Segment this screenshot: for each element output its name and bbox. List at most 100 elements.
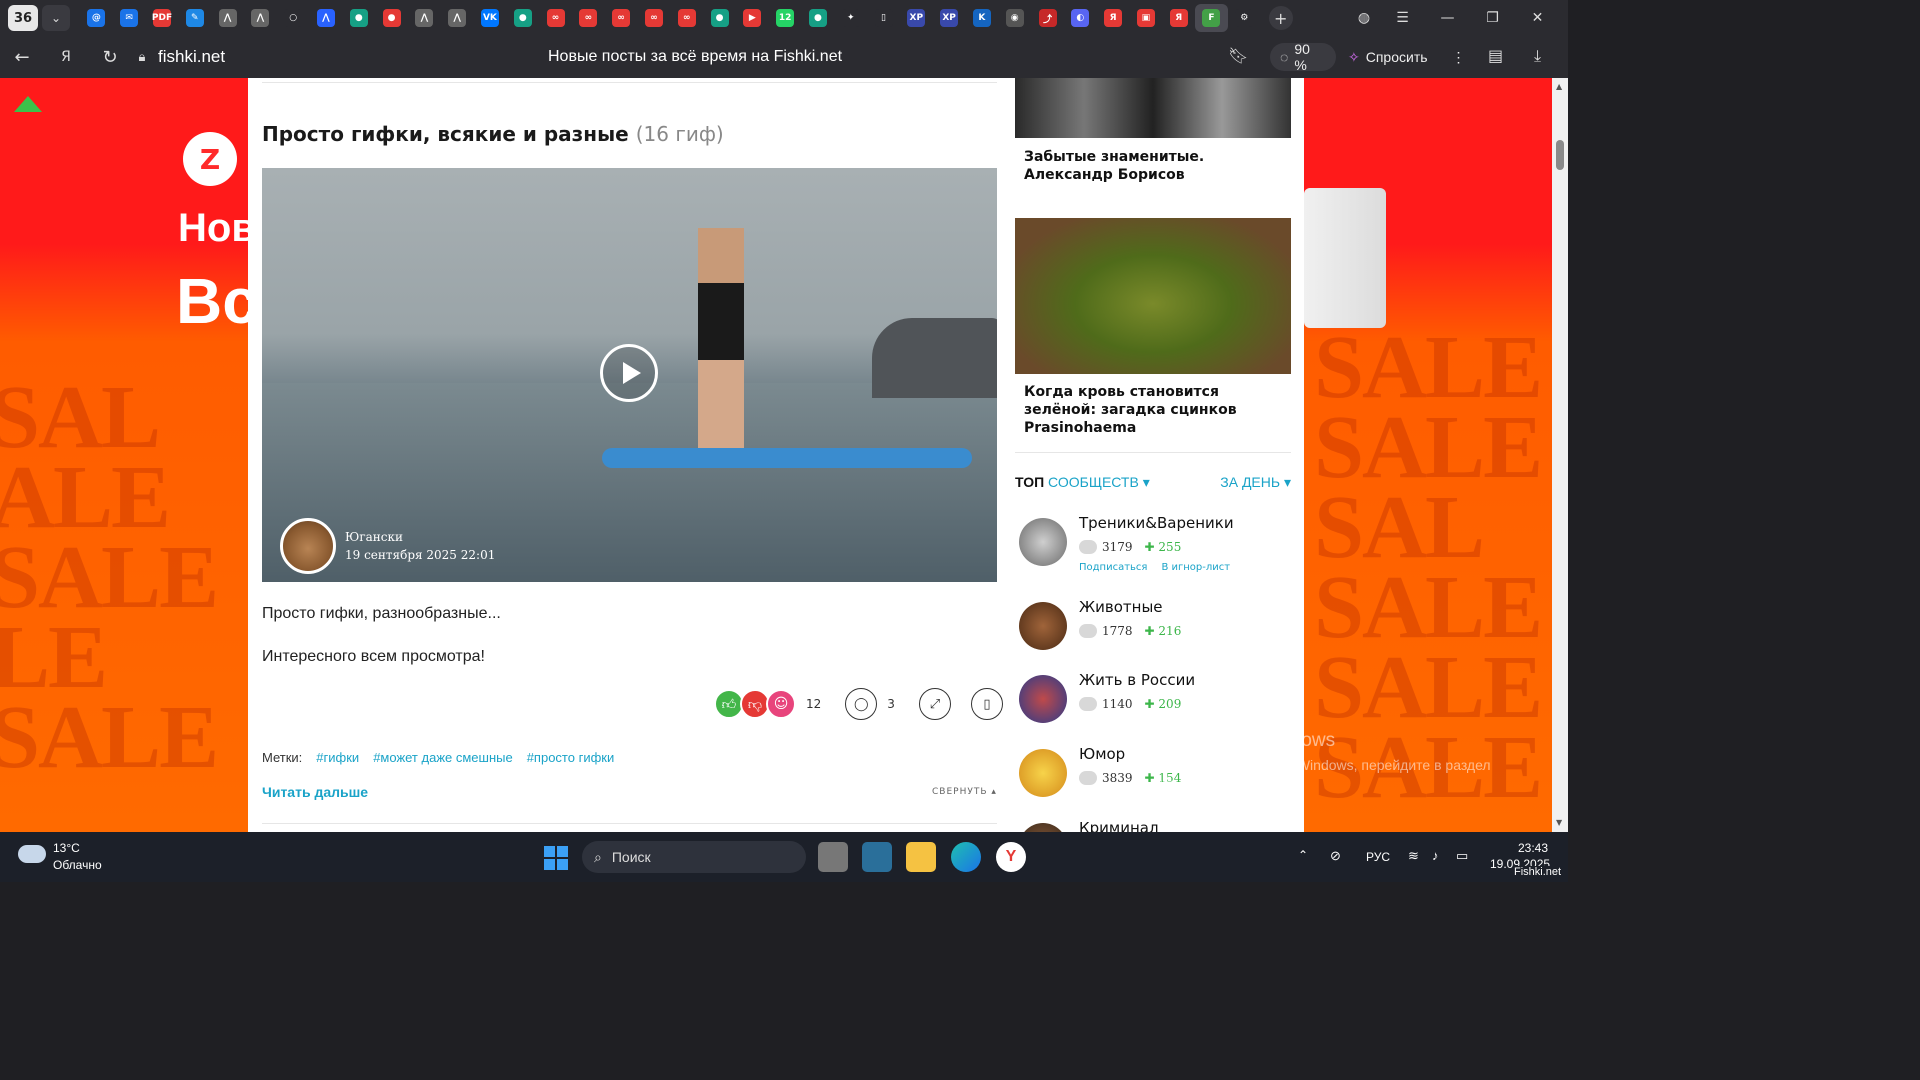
tab-record-icon[interactable]: ● [375,4,408,32]
tab-glasses-icon[interactable]: ∞ [539,4,572,32]
language-indicator[interactable]: РУС [1366,850,1390,864]
download-icon[interactable]: ⤓ [1534,46,1541,66]
wifi-icon[interactable]: ≋ [1408,848,1419,864]
tab-glasses-icon[interactable]: ∞ [638,4,671,32]
tab-k-logo-icon[interactable]: K [966,4,999,32]
tab-dots-icon[interactable]: ● [506,4,539,32]
tab-yandex-icon[interactable]: Я [1097,4,1130,32]
communities-dropdown[interactable]: СООБЩЕСТВ ▾ [1048,474,1150,490]
collapse-button[interactable]: СВЕРНУТЬ ▴ [932,787,997,797]
taskbar-search[interactable]: ⌕ Поиск [582,841,806,873]
scroll-down-icon[interactable]: ▼ [1556,818,1562,827]
task-view-icon[interactable] [818,842,848,872]
new-tab-plus-icon[interactable]: + [1268,6,1293,30]
ad-banner-right[interactable]: SALE SALE SAL SALE SALE SALE [1304,78,1552,832]
more-vertical-icon[interactable]: ⋮ [1452,49,1466,66]
article-image[interactable] [1015,78,1291,138]
read-more-link[interactable]: Читать дальше [262,784,368,800]
back-arrow-icon[interactable]: ← [0,39,44,75]
community-name[interactable]: Криминал [1079,819,1159,832]
tab-xp-icon[interactable]: XP [900,4,933,32]
period-dropdown[interactable]: ЗА ДЕНЬ ▾ [1220,474,1291,491]
sidebar-article-title[interactable]: Когда кровь становится зелёной: загадка … [1024,383,1284,437]
tab-glasses-icon[interactable]: ∞ [670,4,703,32]
battery-icon[interactable]: ▭ [1456,848,1468,864]
scroll-top-arrow-icon[interactable] [14,96,42,112]
network-off-icon[interactable]: ⊘ [1330,848,1341,864]
edge-browser-icon[interactable] [951,842,981,872]
tab-blade-icon[interactable]: ⋀ [441,4,474,32]
community-avatar[interactable] [1019,823,1067,832]
ignore-link[interactable]: В игнор-лист [1161,562,1230,573]
url-field[interactable]: fishki.net [158,47,225,67]
tab-mail-at-icon[interactable]: @ [80,4,113,32]
tab-video-play-icon[interactable]: ▶ [736,4,769,32]
tab-glasses-icon[interactable]: ∞ [572,4,605,32]
minimize-icon[interactable]: — [1425,0,1470,36]
tab-camera-icon[interactable]: ◉ [998,4,1031,32]
tab-pdf-icon[interactable]: PDF [146,4,179,32]
tab-list-chevron-down-icon[interactable]: ⌄ [42,5,70,31]
love-reaction-icon[interactable]: ☺ [766,689,796,719]
tab-whatsapp-icon[interactable]: 12 [769,4,802,32]
community-name[interactable]: Животные [1079,598,1163,616]
page-scrollbar[interactable]: ▲ ▼ [1552,78,1568,832]
tab-discord-icon[interactable]: ◐ [1064,4,1097,32]
tab-dots-icon[interactable]: ● [703,4,736,32]
zoom-pill[interactable]: ◌ 90 % [1270,41,1336,73]
tab-blade-icon[interactable]: ⋀ [408,4,441,32]
tag-link[interactable]: #просто гифки [527,750,615,765]
profile-icon[interactable]: ◍ [1348,0,1380,36]
tab-arrow-red-icon[interactable]: ⤴ [1031,4,1064,32]
tab-profile-icon[interactable]: ▣ [1130,4,1163,32]
author-avatar[interactable] [280,518,336,574]
community-name[interactable]: Жить в России [1079,671,1195,689]
tab-ring-icon[interactable]: ○ [277,4,310,32]
tab-vk-icon[interactable]: VK [474,4,507,32]
post-author[interactable]: Югански 19 сентября 2025 22:01 [280,518,495,574]
tab-sparkle-icon[interactable]: ✦ [834,4,867,32]
tab-blade-icon[interactable]: ⋀ [244,4,277,32]
article-image[interactable] [1015,218,1291,374]
bookmark-icon[interactable]: ▯ [970,688,1003,720]
scroll-up-icon[interactable]: ▲ [1556,82,1562,91]
tab-gear-icon[interactable]: ⚙ [1228,4,1261,32]
file-explorer-icon[interactable] [906,842,936,872]
community-avatar[interactable] [1019,675,1067,723]
tab-arrow-logo-icon[interactable]: ⋀ [310,4,343,32]
yandex-browser-icon[interactable]: Y [996,842,1026,872]
ad-banner-left[interactable]: SAL ALE SALE LE SALE Z Нов Вс [0,78,258,832]
community-name[interactable]: Юмор [1079,745,1125,763]
tab-xp-icon[interactable]: XP [933,4,966,32]
share-icon[interactable]: ⤢ [918,688,951,720]
scrollbar-thumb[interactable] [1556,140,1564,170]
reload-icon[interactable]: ↻ [88,39,132,75]
play-icon[interactable] [600,344,658,402]
tab-mail-icon[interactable]: ✉ [113,4,146,32]
tab-dots-icon[interactable]: ● [802,4,835,32]
tab-yandex-icon[interactable]: Я [1162,4,1195,32]
community-name[interactable]: Треники&Вареники [1079,514,1234,532]
yandex-home-icon[interactable]: Я [44,39,88,75]
tag-link[interactable]: #гифки [316,750,359,765]
weather-desc[interactable]: Облачно [53,858,102,872]
close-icon[interactable]: ✕ [1515,0,1560,36]
bookmark-icon[interactable]: 🔖︎ [1228,46,1248,65]
community-avatar[interactable] [1019,518,1067,566]
tab-document-icon[interactable]: ▯ [867,4,900,32]
tab-count-button[interactable]: 36 [8,5,38,31]
weather-temp[interactable]: 13°C [53,841,80,855]
volume-icon[interactable]: ♪ [1432,848,1439,863]
cloud-icon[interactable] [18,845,46,863]
post-title[interactable]: Просто гифки, всякие и разные (16 гиф) [262,122,724,146]
community-avatar[interactable] [1019,602,1067,650]
tab-glasses-icon[interactable]: ∞ [605,4,638,32]
restore-icon[interactable]: ❐ [1470,0,1515,36]
tab-dots-icon[interactable]: ● [342,4,375,32]
tag-link[interactable]: #может даже смешные [373,750,513,765]
tab-fishki-icon[interactable]: F [1195,4,1228,32]
comment-icon[interactable]: ◯ [845,688,878,720]
menu-icon[interactable]: ☰ [1380,0,1425,36]
subscribe-link[interactable]: Подписаться [1079,562,1147,573]
chevron-up-icon[interactable]: ⌃ [1298,848,1308,862]
